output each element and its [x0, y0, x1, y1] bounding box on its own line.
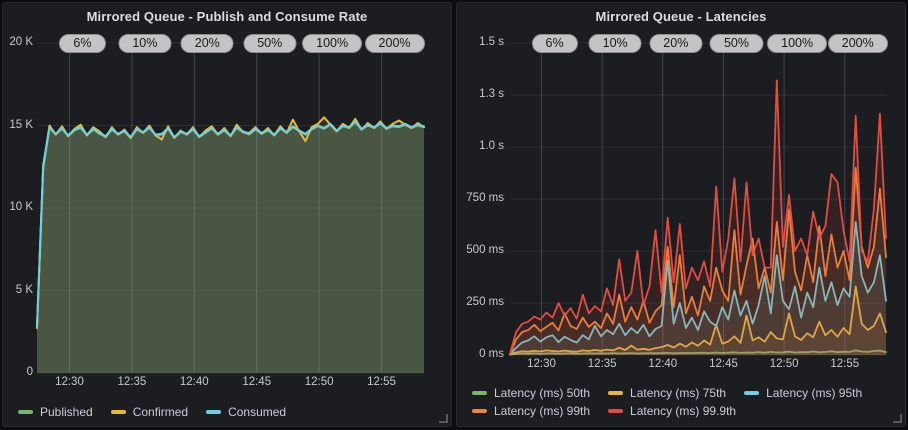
annotation-pill[interactable]: 100%	[302, 34, 362, 53]
annotation-pill[interactable]: 200%	[828, 34, 888, 53]
legend-color-dash-icon	[608, 391, 623, 395]
legend-item[interactable]: Latency (ms) 99.9th	[608, 404, 736, 418]
x-tick-label: 12:30	[55, 376, 84, 388]
legend-item[interactable]: Latency (ms) 99th	[472, 404, 590, 418]
annotation-pill[interactable]: 200%	[365, 34, 425, 53]
panel-publish-consume-rate: Mirrored Queue - Publish and Consume Rat…	[2, 2, 452, 427]
y-tick-label: 10 K	[3, 201, 33, 213]
x-axis-labels: 12:30 12:35 12:40 12:45 12:50 12:55	[37, 376, 424, 392]
y-tick-label: 5 K	[3, 284, 33, 296]
legend-color-dash-icon	[472, 409, 487, 413]
legend-label: Confirmed	[133, 405, 188, 419]
panel-resize-handle[interactable]	[439, 414, 448, 423]
annotation-pill[interactable]: 20%	[181, 34, 234, 53]
y-tick-label: 1.3 s	[457, 88, 504, 100]
y-axis-labels: 05 K10 K15 K20 K	[3, 43, 33, 373]
legend-item[interactable]: Latency (ms) 75th	[608, 386, 726, 400]
legend-label: Latency (ms) 99th	[494, 404, 590, 418]
legend-label: Consumed	[228, 405, 286, 419]
legend-color-dash-icon	[18, 410, 33, 414]
legend: Latency (ms) 50th Latency (ms) 75th Latenc…	[472, 384, 862, 420]
y-tick-label: 1.0 s	[457, 140, 504, 152]
legend-label: Latency (ms) 75th	[630, 386, 726, 400]
legend-item[interactable]: Latency (ms) 95th	[744, 386, 862, 400]
panel-title[interactable]: Mirrored Queue - Latencies	[457, 9, 905, 24]
legend-color-dash-icon	[744, 391, 759, 395]
annotation-pill[interactable]: 10%	[589, 34, 642, 53]
y-axis-labels: 0 ms250 ms500 ms750 ms1.0 s1.3 s1.5 s	[457, 43, 504, 355]
x-axis-labels: 12:30 12:35 12:40 12:45 12:50 12:55	[510, 358, 886, 374]
y-tick-label: 1.5 s	[457, 36, 504, 48]
annotation-pill[interactable]: 50%	[710, 34, 763, 53]
y-tick-label: 250 ms	[457, 296, 504, 308]
legend-color-dash-icon	[472, 391, 487, 395]
x-tick-label: 12:55	[830, 358, 859, 370]
x-tick-label: 12:35	[588, 358, 617, 370]
annotation-pill[interactable]: 6%	[59, 34, 105, 53]
y-tick-label: 15 K	[3, 119, 33, 131]
annotation-pill[interactable]: 20%	[649, 34, 702, 53]
legend-item[interactable]: Published	[18, 405, 93, 419]
x-tick-label: 12:40	[180, 376, 209, 388]
x-tick-label: 12:45	[242, 376, 271, 388]
annotation-pill[interactable]: 50%	[243, 34, 296, 53]
legend-color-dash-icon	[206, 410, 221, 414]
y-tick-label: 20 K	[3, 36, 33, 48]
legend-item[interactable]: Consumed	[206, 405, 286, 419]
y-tick-label: 0	[3, 366, 33, 378]
x-tick-label: 12:50	[305, 376, 334, 388]
annotation-pills: 6%10%20%50%100%200%	[37, 43, 424, 373]
panel-title[interactable]: Mirrored Queue - Publish and Consume Rat…	[3, 9, 451, 24]
x-tick-label: 12:45	[709, 358, 738, 370]
legend-label: Published	[40, 405, 93, 419]
x-tick-label: 12:50	[770, 358, 799, 370]
y-tick-label: 750 ms	[457, 192, 504, 204]
legend-item[interactable]: Confirmed	[111, 405, 188, 419]
panel-latencies: Mirrored Queue - Latencies 0 ms 250 ms 500…	[456, 2, 906, 427]
x-tick-label: 12:55	[367, 376, 396, 388]
x-tick-label: 12:30	[527, 358, 556, 370]
x-tick-label: 12:40	[648, 358, 677, 370]
annotation-pill[interactable]: 6%	[531, 34, 577, 53]
legend-label: Latency (ms) 50th	[494, 386, 590, 400]
legend: Published Confirmed Consumed	[18, 403, 286, 421]
legend-color-dash-icon	[111, 410, 126, 414]
annotation-pill[interactable]: 100%	[767, 34, 827, 53]
panel-resize-handle[interactable]	[893, 414, 902, 423]
x-tick-label: 12:35	[117, 376, 146, 388]
legend-color-dash-icon	[608, 409, 623, 413]
legend-label: Latency (ms) 95th	[766, 386, 862, 400]
annotation-pill[interactable]: 10%	[118, 34, 171, 53]
annotation-pills: 6%10%20%50%100%200%	[510, 43, 886, 355]
y-tick-label: 500 ms	[457, 244, 504, 256]
legend-label: Latency (ms) 99.9th	[630, 404, 736, 418]
y-tick-label: 0 ms	[457, 348, 504, 360]
legend-item[interactable]: Latency (ms) 50th	[472, 386, 590, 400]
